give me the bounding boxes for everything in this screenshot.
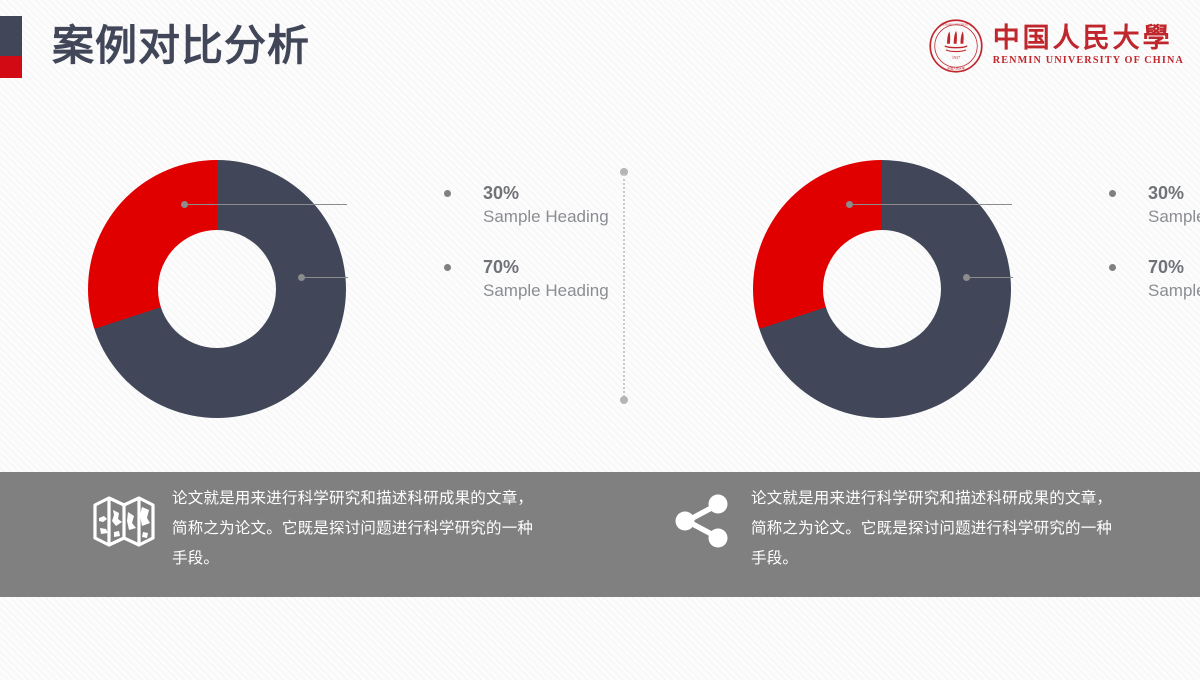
donut-chart-right bbox=[753, 160, 1013, 418]
callout-heading-left-1: Sample Heading bbox=[483, 207, 609, 226]
logo-wordmark: 中国人民大學 RENMIN UNIVERSITY OF CHINA bbox=[992, 22, 1184, 68]
divider-dotted-line bbox=[623, 174, 625, 397]
footer-text-right: 论文就是用来进行科学研究和描述科研成果的文章，简称之为论文。它既是探讨问题进行科… bbox=[751, 490, 1113, 567]
donut-hole-left bbox=[158, 230, 276, 348]
comparison-panel-left: 30% Sample Heading 70% Sample Heading bbox=[88, 160, 609, 418]
footer-item-left: 论文就是用来进行科学研究和描述科研成果的文章，简称之为论文。它既是探讨问题进行科… bbox=[76, 472, 596, 597]
page-title: 案例对比分析 bbox=[52, 22, 311, 69]
svg-text:1937: 1937 bbox=[952, 55, 960, 60]
callout-list-right: 30% Sample Heading 70% Sample Heading bbox=[1011, 160, 1200, 418]
accent-bar-bottom bbox=[0, 56, 22, 78]
comparison-panel-right: 30% Sample Heading 70% Sample Heading bbox=[753, 160, 1200, 418]
logo-name-cn: 中国人民大學 bbox=[992, 22, 1173, 53]
donut-chart-left bbox=[88, 160, 348, 418]
footer-band: 论文就是用来进行科学研究和描述科研成果的文章，简称之为论文。它既是探讨问题进行科… bbox=[0, 472, 1200, 597]
callout-dot-right-2 bbox=[1109, 264, 1116, 271]
map-icon bbox=[93, 496, 155, 547]
callout-value-left-2: 70% bbox=[483, 257, 520, 277]
share-icon bbox=[675, 494, 728, 548]
callout-heading-left-2: Sample Heading bbox=[483, 281, 609, 300]
title-accent-bar bbox=[0, 16, 22, 78]
leader-line-left-30 bbox=[187, 204, 347, 205]
callout-list-left: 30% Sample Heading 70% Sample Heading bbox=[346, 160, 609, 418]
leader-line-left-70 bbox=[304, 277, 348, 278]
footer-icon-left-wrap bbox=[76, 472, 172, 550]
footer-item-right: 论文就是用来进行科学研究和描述科研成果的文章，简称之为论文。它既是探讨问题进行科… bbox=[655, 472, 1175, 597]
divider-cap-bottom bbox=[620, 396, 628, 404]
leader-line-right-70 bbox=[969, 277, 1013, 278]
callout-heading-right-1: Sample Heading bbox=[1148, 207, 1200, 226]
donut-hole-right bbox=[823, 230, 941, 348]
footer-icon-right-wrap bbox=[655, 472, 751, 550]
callout-dot-right-1 bbox=[1109, 190, 1116, 197]
footer-text-left: 论文就是用来进行科学研究和描述科研成果的文章，简称之为论文。它既是探讨问题进行科… bbox=[172, 490, 534, 567]
callout-value-right-1: 30% bbox=[1148, 183, 1185, 203]
callout-heading-right-2: Sample Heading bbox=[1148, 281, 1200, 300]
callout-value-left-1: 30% bbox=[483, 183, 520, 203]
callout-dot-left-1 bbox=[444, 190, 451, 197]
svg-text:RENMIN UNIVERSITY: RENMIN UNIVERSITY bbox=[941, 22, 972, 26]
callout-value-right-2: 70% bbox=[1148, 257, 1185, 277]
callout-dot-left-2 bbox=[444, 264, 451, 271]
renmin-university-seal-icon: 1937 RENMIN UNIVERSITY 中国人民大学 bbox=[929, 19, 983, 73]
logo-name-en: RENMIN UNIVERSITY OF CHINA bbox=[992, 54, 1184, 66]
accent-bar-top bbox=[0, 16, 22, 56]
leader-line-right-30 bbox=[852, 204, 1012, 205]
slide-header: 案例对比分析 1937 RENMIN UNIVERSITY 中国人民大学 中国人… bbox=[0, 0, 1200, 100]
svg-text:中国人民大学: 中国人民大学 bbox=[947, 66, 965, 71]
slide-canvas: 案例对比分析 1937 RENMIN UNIVERSITY 中国人民大学 中国人… bbox=[0, 0, 1200, 680]
center-divider bbox=[620, 168, 628, 404]
university-logo: 1937 RENMIN UNIVERSITY 中国人民大学 中国人民大學 REN… bbox=[928, 18, 1184, 74]
